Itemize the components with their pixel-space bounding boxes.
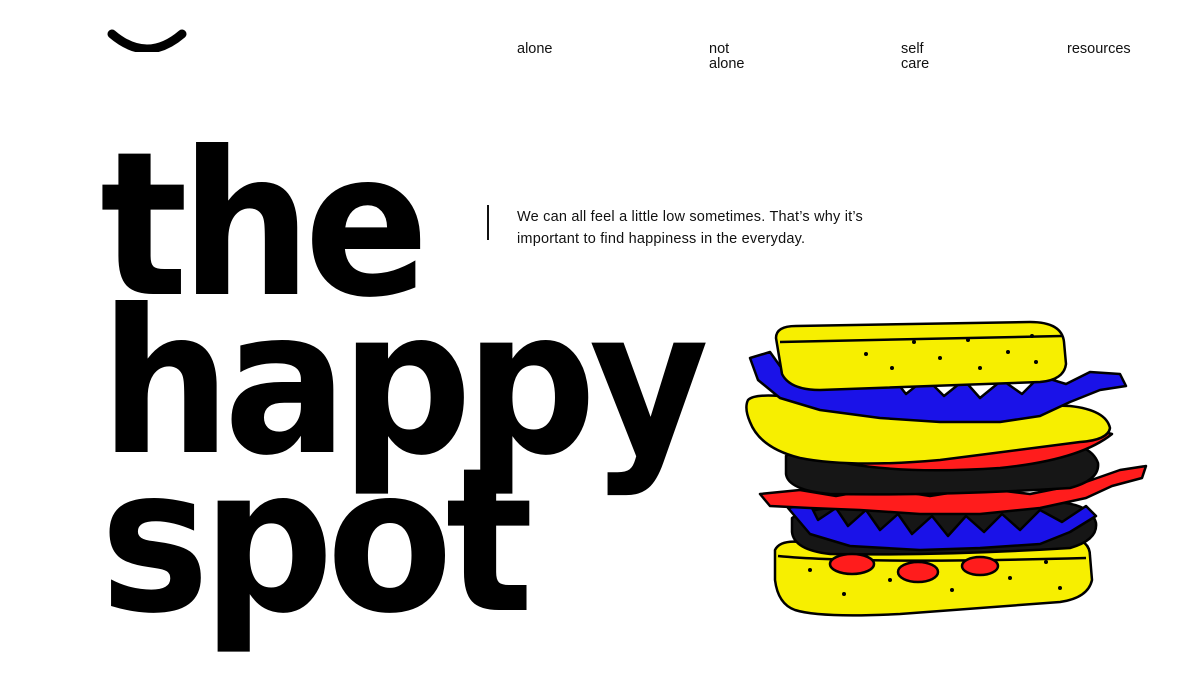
nav-item-not-alone[interactable]: not alone	[709, 42, 769, 72]
nav-item-resources[interactable]: resources	[1067, 42, 1131, 57]
sandwich-illustration	[745, 320, 1148, 617]
tagline-text: We can all feel a little low sometimes. …	[517, 209, 863, 247]
nav-item-alone[interactable]: alone	[517, 42, 552, 57]
hero-title-line: spot	[100, 425, 534, 658]
nav-item-self-care[interactable]: self care	[901, 42, 951, 72]
smile-logo-icon[interactable]	[106, 0, 188, 52]
tagline-divider	[487, 205, 489, 240]
